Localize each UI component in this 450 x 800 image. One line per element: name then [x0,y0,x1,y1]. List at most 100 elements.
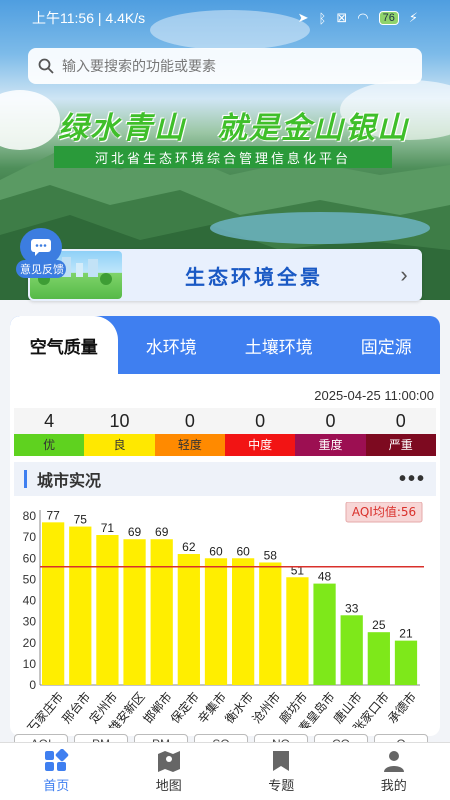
level-name: 轻度 [154,434,225,456]
level-name: 良 [84,434,155,456]
section-accent [24,470,27,488]
level-name: 严重 [365,434,436,456]
level-count: 4 [14,408,85,434]
bar-value-label: 77 [46,508,60,522]
level-good: 10 良 [84,408,155,456]
aqi-average-label: AQI均值:56 [352,504,416,519]
tab-fixed-source[interactable]: 固定源 [333,316,441,374]
bar [286,577,309,685]
level-excellent: 4优 [14,408,85,456]
y-tick-label: 20 [23,636,37,650]
bar [232,558,255,685]
category-tabs: 空气质量 水环境 土壤环境 固定源 [10,316,440,374]
pollutant-tab[interactable]: AQI [14,734,68,742]
x-tick-label: 辛集市 [194,689,229,726]
level-moderate: 0 中度 [224,408,296,456]
level-heavy: 0 重度 [295,408,366,456]
tab-soil[interactable]: 土壤环境 [225,316,333,374]
bottom-nav: 首页 地图 专题 我的 [0,742,450,800]
battery-icon: 76 [378,11,399,25]
y-tick-label: 60 [23,551,37,565]
bar-value-label: 51 [291,563,305,577]
pollutant-tab[interactable]: PM [74,734,128,742]
pollutant-tabs: AQI PM PM SO NO CO O [14,734,434,742]
level-count: 0 [224,408,296,434]
tab-water[interactable]: 水环境 [118,316,226,374]
y-tick-label: 30 [23,615,37,629]
bar-value-label: 33 [345,601,359,615]
nav-label: 首页 [43,778,70,793]
banner-slogan: 绿水青山 就是金山银山 [58,112,410,145]
y-tick-label: 0 [29,678,36,692]
status-bar: 上午11:56 | 4.4K/s ➤ ᛒ ⊠ ◠ 76 ⚡ [0,0,450,36]
chevron-right-icon: › [400,262,408,287]
tab-air-quality[interactable]: 空气质量 [10,316,118,374]
nav-map[interactable]: 地图 [113,743,226,800]
city-live-header: 城市实况 ••• [14,462,436,496]
x-tick-label: 沧州市 [249,689,284,726]
level-name: 重度 [295,434,366,456]
pollutant-tab[interactable]: O [374,734,428,742]
bar [394,640,418,685]
x-tick-label: 邢台市 [59,689,94,726]
nav-topics[interactable]: 专题 [225,743,338,800]
x-tick-label: 保定市 [167,689,202,726]
bluetooth-icon: ᛒ [318,10,327,26]
bar [96,535,119,685]
platform-title: 河北省生态环境综合管理信息化平台 [54,146,392,168]
bar-value-label: 62 [182,540,196,554]
level-name: 优 [14,434,85,456]
bar-value-label: 60 [236,544,250,558]
x-tick-label: 承德市 [384,689,419,726]
sim-icon: ⊠ [336,10,348,25]
nav-profile[interactable]: 我的 [338,743,450,800]
y-tick-label: 40 [23,594,37,608]
bar [150,539,173,685]
section-title: 城市实况 [37,473,102,490]
bar-value-label: 21 [399,627,413,641]
y-tick-label: 70 [23,530,37,544]
panorama-title: 生态环境全景 [185,266,323,289]
aqi-level-summary: 4优 10 良 0 轻度 0 中度 0 重度 0 严重 [14,408,436,456]
bar-value-label: 71 [101,521,115,535]
level-light: 0 轻度 [154,408,225,456]
eco-panorama-banner[interactable]: 生态环境全景 › [28,249,422,301]
nav-label: 地图 [155,778,182,793]
map-icon [157,751,180,772]
search-bar[interactable] [28,48,422,84]
bar [259,562,282,685]
status-time: 上午11:56 | 4.4K/s [32,10,146,26]
pollutant-tab[interactable]: NO [254,734,308,742]
pollutant-tab[interactable]: PM [134,734,188,742]
pollutant-tab[interactable]: CO [314,734,368,742]
more-icon[interactable]: ••• [399,468,426,491]
location-icon: ➤ [297,10,309,25]
bar-value-label: 69 [128,525,142,539]
level-count: 0 [295,408,366,434]
x-tick-label: 石家庄市 [24,689,66,728]
nav-label: 我的 [380,778,407,793]
nav-label: 专题 [268,778,295,793]
level-severe: 0 严重 [365,408,436,456]
air-quality-card: 空气质量 水环境 土壤环境 固定源 2025-04-25 11:00:00 4优… [10,316,440,736]
update-time: 2025-04-25 11:00:00 [314,388,434,403]
bar [340,615,363,685]
home-grid-icon [45,749,69,771]
y-tick-label: 50 [23,572,37,586]
feedback-label: 意见反馈 [16,260,66,278]
feedback-button[interactable]: 意见反馈 [16,228,66,278]
level-count: 10 [84,408,155,434]
pollutant-tab[interactable]: SO [194,734,248,742]
wifi-icon: ◠ [357,10,369,25]
city-aqi-bar-chart: 01020304050607080 77石家庄市75邢台市71定州市69雄安新区6… [23,502,424,728]
bar [367,632,390,685]
charging-icon: ⚡ [408,10,418,25]
bar-value-label: 58 [264,548,278,562]
bar [42,522,65,685]
bar-value-label: 25 [372,618,386,632]
search-input[interactable] [62,58,392,74]
bar-value-label: 75 [74,513,88,527]
bar-value-label: 60 [209,544,223,558]
y-tick-label: 10 [23,657,37,671]
nav-home[interactable]: 首页 [0,743,113,800]
